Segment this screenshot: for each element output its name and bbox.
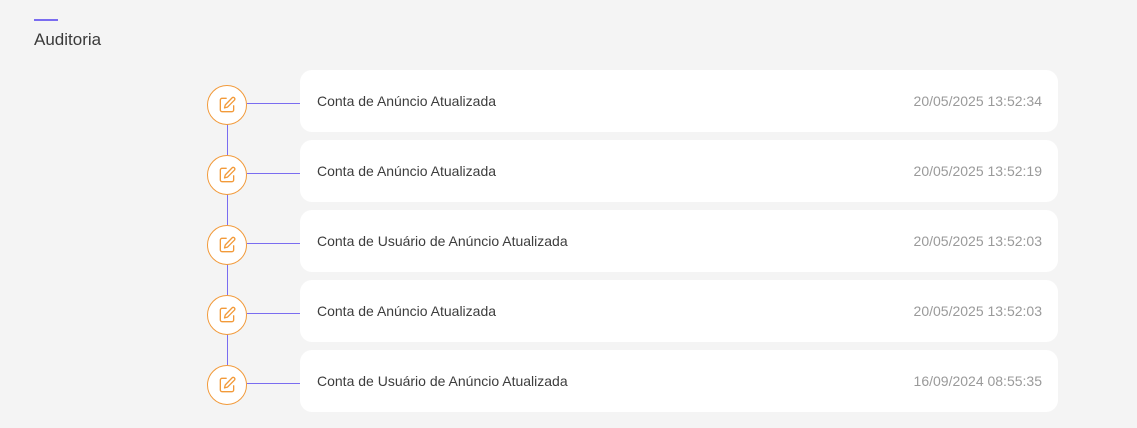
audit-entry[interactable]: Conta de Anúncio Atualizada 20/05/2025 1… — [300, 140, 1058, 202]
edit-icon — [219, 96, 236, 113]
timeline-vertical-connector — [227, 193, 228, 225]
audit-entry[interactable]: Conta de Usuário de Anúncio Atualizada 2… — [300, 210, 1058, 272]
timeline-horizontal-connector — [247, 173, 300, 174]
audit-entry-timestamp: 20/05/2025 13:52:03 — [913, 303, 1042, 319]
audit-entry-label: Conta de Anúncio Atualizada — [317, 93, 497, 109]
audit-entry-timestamp: 20/05/2025 13:52:19 — [913, 163, 1042, 179]
audit-entry-timestamp: 20/05/2025 13:52:34 — [913, 93, 1042, 109]
audit-entry[interactable]: Conta de Anúncio Atualizada 20/05/2025 1… — [300, 70, 1058, 132]
audit-entry-label: Conta de Usuário de Anúncio Atualizada — [317, 373, 568, 389]
timeline-node — [207, 155, 247, 195]
audit-entry-label: Conta de Anúncio Atualizada — [317, 163, 497, 179]
timeline-horizontal-connector — [247, 383, 300, 384]
timeline-horizontal-connector — [247, 243, 300, 244]
timeline-horizontal-connector — [247, 313, 300, 314]
edit-icon — [219, 166, 236, 183]
edit-icon — [219, 236, 236, 253]
audit-entry-label: Conta de Usuário de Anúncio Atualizada — [317, 233, 568, 249]
timeline-node — [207, 295, 247, 335]
timeline-node — [207, 365, 247, 405]
timeline-vertical-connector — [227, 123, 228, 155]
audit-entry-label: Conta de Anúncio Atualizada — [317, 303, 497, 319]
timeline-node — [207, 85, 247, 125]
timeline-vertical-connector — [227, 333, 228, 365]
timeline-vertical-connector — [227, 263, 228, 295]
edit-icon — [219, 306, 236, 323]
timeline-node — [207, 225, 247, 265]
audit-entry-timestamp: 20/05/2025 13:52:03 — [913, 233, 1042, 249]
audit-entry[interactable]: Conta de Usuário de Anúncio Atualizada 1… — [300, 350, 1058, 412]
audit-entry[interactable]: Conta de Anúncio Atualizada 20/05/2025 1… — [300, 280, 1058, 342]
audit-entry-timestamp: 16/09/2024 08:55:35 — [913, 373, 1042, 389]
edit-icon — [219, 376, 236, 393]
audit-timeline: Conta de Anúncio Atualizada 20/05/2025 1… — [0, 0, 1137, 428]
timeline-horizontal-connector — [247, 103, 300, 104]
